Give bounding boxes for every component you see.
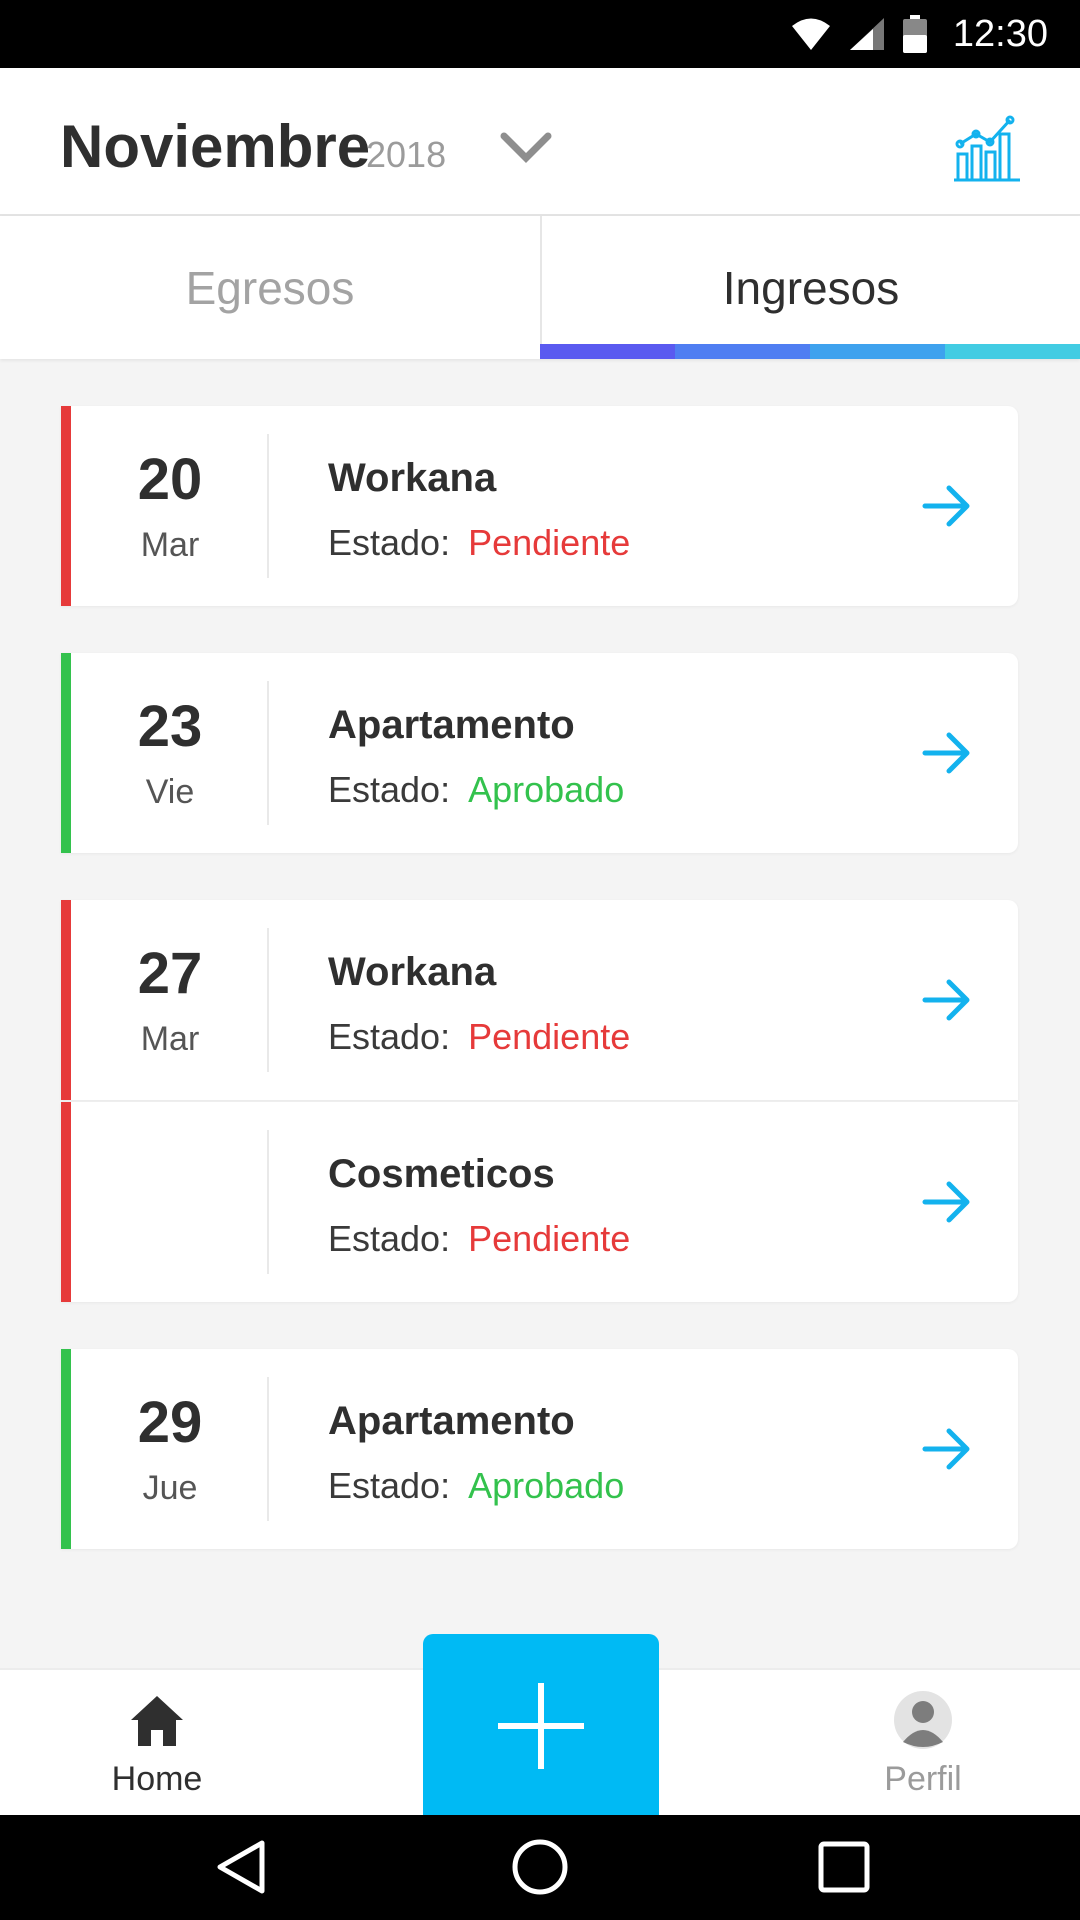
arrow-right-icon[interactable] xyxy=(919,478,975,534)
chevron-down-icon[interactable] xyxy=(498,128,554,168)
header: Noviembre 2018 xyxy=(0,68,1080,216)
entry-status: Estado: Aprobado xyxy=(328,769,624,811)
battery-icon xyxy=(902,15,927,53)
divider xyxy=(267,434,269,578)
status-color-bar xyxy=(61,1102,71,1302)
status-color-bar xyxy=(61,406,71,606)
entry-weekday: Vie xyxy=(145,773,195,811)
divider xyxy=(267,928,269,1072)
tab-bar: Egresos Ingresos xyxy=(0,216,1080,359)
status-value: Pendiente xyxy=(468,522,631,563)
divider xyxy=(267,1130,269,1274)
divider xyxy=(267,681,269,825)
date-column xyxy=(71,1102,269,1302)
nav-home[interactable]: Home xyxy=(37,1670,277,1817)
entry-title: Apartamento xyxy=(328,1399,575,1443)
home-icon xyxy=(131,1696,183,1746)
entry-day: 29 xyxy=(137,1390,203,1455)
entry-card[interactable]: 20 Mar Workana Estado: Pendiente xyxy=(61,406,1018,606)
arrow-right-icon[interactable] xyxy=(919,972,975,1028)
nav-profile[interactable]: Perfil xyxy=(803,1670,1043,1817)
back-icon[interactable] xyxy=(212,1837,272,1897)
indicator-segment xyxy=(810,344,945,359)
entry-status: Estado: Aprobado xyxy=(328,1465,624,1507)
entry-weekday: Jue xyxy=(142,1469,198,1507)
status-label: Estado: xyxy=(328,1465,451,1506)
date-column: 27 Mar xyxy=(71,900,269,1100)
system-nav-bar xyxy=(0,1815,1080,1920)
chart-icon[interactable] xyxy=(950,112,1022,184)
arrow-right-icon[interactable] xyxy=(919,725,975,781)
nav-profile-label: Perfil xyxy=(884,1760,962,1798)
date-column: 20 Mar xyxy=(71,406,269,606)
active-tab-indicator xyxy=(540,344,1080,359)
entry-title: Workana xyxy=(328,456,497,500)
divider xyxy=(267,1377,269,1521)
entry-status: Estado: Pendiente xyxy=(328,1016,630,1058)
year-label[interactable]: 2018 xyxy=(366,134,446,176)
status-time: 12:30 xyxy=(952,12,1048,55)
indicator-segment xyxy=(675,344,810,359)
date-column: 29 Jue xyxy=(71,1349,269,1549)
entry-card[interactable]: Cosmeticos Estado: Pendiente xyxy=(61,1102,1018,1302)
status-icons: 12:30 xyxy=(791,0,1048,68)
entry-day: 20 xyxy=(137,447,203,512)
entry-day: 27 xyxy=(137,941,203,1006)
entry-day: 23 xyxy=(137,694,203,759)
arrow-right-icon[interactable] xyxy=(919,1421,975,1477)
status-value: Pendiente xyxy=(468,1218,631,1259)
recents-icon[interactable] xyxy=(814,1837,874,1897)
wifi-icon xyxy=(791,18,830,50)
avatar-icon xyxy=(894,1691,952,1749)
indicator-segment xyxy=(540,344,675,359)
status-color-bar xyxy=(61,653,71,853)
entry-status: Estado: Pendiente xyxy=(328,1218,630,1260)
add-button[interactable] xyxy=(423,1634,659,1815)
status-label: Estado: xyxy=(328,522,451,563)
entry-card[interactable]: 23 Vie Apartamento Estado: Aprobado xyxy=(61,653,1018,853)
status-color-bar xyxy=(61,1349,71,1549)
entry-card[interactable]: 29 Jue Apartamento Estado: Aprobado xyxy=(61,1349,1018,1549)
status-label: Estado: xyxy=(328,769,451,810)
entry-title: Cosmeticos xyxy=(328,1152,555,1196)
status-value: Aprobado xyxy=(468,1465,625,1506)
plus-icon xyxy=(498,1683,584,1769)
entry-weekday: Mar xyxy=(140,1020,200,1058)
nav-home-label: Home xyxy=(111,1760,203,1798)
status-label: Estado: xyxy=(328,1016,451,1057)
date-column: 23 Vie xyxy=(71,653,269,853)
status-color-bar xyxy=(61,900,71,1100)
entry-card[interactable]: 27 Mar Workana Estado: Pendiente xyxy=(61,900,1018,1100)
indicator-segment xyxy=(945,344,1080,359)
signal-icon xyxy=(849,18,884,50)
status-label: Estado: xyxy=(328,1218,451,1259)
month-label[interactable]: Noviembre xyxy=(60,112,370,181)
arrow-right-icon[interactable] xyxy=(919,1174,975,1230)
entry-weekday: Mar xyxy=(140,526,200,564)
tab-egresos[interactable]: Egresos xyxy=(0,216,540,359)
entry-status: Estado: Pendiente xyxy=(328,522,630,564)
status-value: Pendiente xyxy=(468,1016,631,1057)
status-value: Aprobado xyxy=(468,769,625,810)
entry-title: Workana xyxy=(328,950,497,994)
tab-ingresos[interactable]: Ingresos xyxy=(540,216,1080,359)
entry-title: Apartamento xyxy=(328,703,575,747)
home-circle-icon[interactable] xyxy=(510,1837,570,1897)
status-bar: 12:30 xyxy=(0,0,1080,68)
